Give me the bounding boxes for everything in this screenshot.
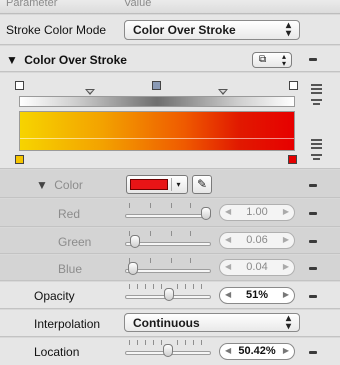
- opacity-midpoint-right[interactable]: [218, 89, 228, 95]
- reset-button[interactable]: [309, 212, 317, 215]
- red-value-field[interactable]: ◀ 1.00 ▶: [219, 204, 295, 221]
- color-over-stroke-label: Color Over Stroke: [24, 53, 127, 67]
- color-tag-menu-icon[interactable]: [311, 154, 322, 162]
- increment-arrow-icon[interactable]: ▶: [283, 262, 289, 271]
- stroke-color-mode-label: Stroke Color Mode: [6, 23, 107, 37]
- opacity-stop-left[interactable]: [15, 81, 24, 90]
- eyedropper-button[interactable]: ✎: [192, 175, 212, 194]
- header-parameter: Parameter: [6, 0, 58, 9]
- opacity-stop-middle[interactable]: [152, 81, 161, 90]
- gradient-preset-icon: ⧉: [259, 54, 267, 65]
- color-label: Color: [54, 178, 83, 192]
- eyedropper-icon: ✎: [196, 177, 208, 191]
- reset-button[interactable]: [309, 58, 317, 61]
- red-slider[interactable]: [125, 203, 211, 221]
- color-ramp[interactable]: [19, 111, 295, 151]
- row-color: ▼ Color ▾ ✎: [0, 170, 340, 198]
- header-value: Value: [124, 0, 152, 9]
- row-blue: Blue ◀ 0.04 ▶: [0, 255, 340, 281]
- stroke-color-mode-popup[interactable]: Color Over Stroke ▴ ▾: [124, 20, 300, 40]
- opacity-value-field[interactable]: ◀ 51% ▶: [219, 287, 295, 304]
- disclosure-triangle-icon: ▼: [6, 53, 18, 67]
- inspector-panel: Parameter Value Stroke Color Mode Color …: [0, 0, 340, 365]
- green-slider[interactable]: [125, 231, 211, 249]
- row-color-over-stroke: ▼ Color Over Stroke ⧉ ▴ ▾: [0, 46, 340, 72]
- interpolation-label: Interpolation: [34, 317, 101, 331]
- reset-button[interactable]: [309, 184, 317, 187]
- row-location: Location ◀ 50.42% ▶: [0, 338, 340, 365]
- increment-arrow-icon[interactable]: ▶: [283, 290, 289, 299]
- blue-value-field[interactable]: ◀ 0.04 ▶: [219, 259, 295, 276]
- blue-slider[interactable]: [125, 258, 211, 276]
- color-swatch-control[interactable]: ▾: [126, 175, 188, 194]
- color-group[interactable]: ▼ Color: [36, 178, 83, 192]
- opacity-tag-menu-icon[interactable]: [311, 99, 322, 107]
- row-red: Red ◀ 1.00 ▶: [0, 199, 340, 227]
- interpolation-popup[interactable]: Continuous ▴ ▾: [124, 313, 300, 332]
- color-over-stroke-group[interactable]: ▼ Color Over Stroke: [6, 53, 127, 67]
- interpolation-value: Continuous: [133, 316, 200, 330]
- color-stop-right[interactable]: [288, 155, 297, 164]
- color-stop-left[interactable]: [15, 155, 24, 164]
- color-swatch[interactable]: [130, 179, 168, 190]
- row-interpolation: Interpolation Continuous ▴ ▾: [0, 310, 340, 337]
- reset-button[interactable]: [309, 240, 317, 243]
- dropdown-arrow-icon[interactable]: ▾: [171, 178, 185, 191]
- updown-arrows-icon: ▴ ▾: [281, 52, 286, 68]
- updown-arrows-icon: ▴ ▾: [285, 20, 291, 39]
- blue-slider-knob[interactable]: [128, 262, 138, 275]
- opacity-tag-list-icon[interactable]: [311, 84, 322, 96]
- increment-arrow-icon[interactable]: ▶: [283, 235, 289, 244]
- location-slider-knob[interactable]: [163, 344, 173, 357]
- green-slider-knob[interactable]: [130, 235, 140, 248]
- opacity-slider[interactable]: [125, 284, 211, 302]
- opacity-ramp[interactable]: [19, 96, 295, 107]
- location-value-field[interactable]: ◀ 50.42% ▶: [219, 343, 295, 360]
- reset-button[interactable]: [309, 295, 317, 298]
- opacity-label: Opacity: [34, 289, 75, 303]
- green-value-field[interactable]: ◀ 0.06 ▶: [219, 232, 295, 249]
- blue-label: Blue: [58, 262, 83, 276]
- stroke-color-mode-value: Color Over Stroke: [133, 23, 236, 37]
- red-slider-knob[interactable]: [201, 207, 211, 220]
- color-tag-list-icon[interactable]: [311, 139, 322, 151]
- gradient-preset-button[interactable]: ⧉ ▴ ▾: [252, 52, 292, 68]
- location-label: Location: [34, 345, 80, 359]
- updown-arrows-icon: ▴ ▾: [285, 313, 291, 332]
- increment-arrow-icon[interactable]: ▶: [283, 346, 289, 355]
- opacity-stop-right[interactable]: [289, 81, 298, 90]
- red-label: Red: [58, 207, 81, 221]
- row-opacity: Opacity ◀ 51% ▶: [0, 282, 340, 309]
- opacity-slider-knob[interactable]: [164, 288, 174, 301]
- location-slider[interactable]: [125, 340, 211, 358]
- column-header: Parameter Value: [0, 0, 340, 14]
- row-stroke-color-mode: Stroke Color Mode Color Over Stroke ▴ ▾: [0, 15, 340, 45]
- opacity-midpoint-left[interactable]: [85, 89, 95, 95]
- disclosure-triangle-icon: ▼: [36, 178, 48, 192]
- reset-button[interactable]: [309, 351, 317, 354]
- reset-button[interactable]: [309, 267, 317, 270]
- increment-arrow-icon[interactable]: ▶: [283, 207, 289, 216]
- green-label: Green: [58, 235, 92, 249]
- row-green: Green ◀ 0.06 ▶: [0, 228, 340, 254]
